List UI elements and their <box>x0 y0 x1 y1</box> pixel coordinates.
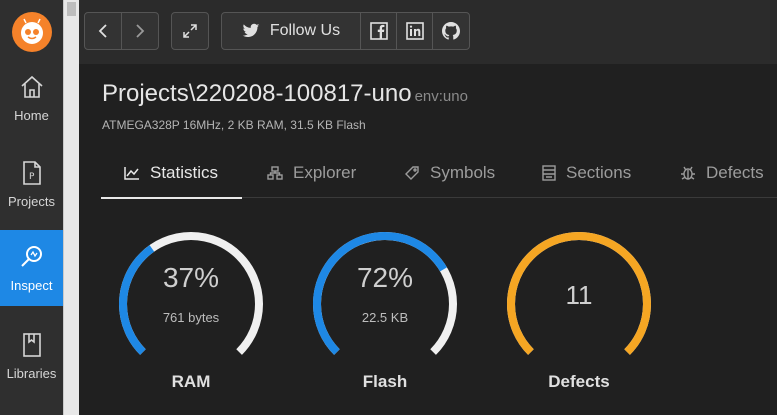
sidebar: Home P Projects Inspect Libraries <box>0 0 63 415</box>
back-button[interactable] <box>84 12 122 50</box>
flash-detail: 22.5 KB <box>361 310 409 325</box>
follow-us-label: Follow Us <box>269 22 341 39</box>
gauge-fill <box>312 232 447 355</box>
expand-icon <box>183 24 197 38</box>
twitter-icon <box>242 23 260 37</box>
follow-us-button[interactable]: Follow Us <box>221 12 361 50</box>
flash-percent: 72% <box>356 262 414 293</box>
ram-gauge-arc <box>119 232 263 355</box>
toolbar: Follow Us <box>79 0 777 64</box>
sidebar-item-label: Inspect <box>10 277 53 293</box>
ram-label: RAM <box>171 372 211 391</box>
file-icon: P <box>22 160 41 185</box>
env-badge: env:uno <box>414 88 468 105</box>
bug-icon <box>681 166 695 180</box>
ram-percent: 37% <box>162 262 220 293</box>
flash-gauge-arc <box>312 232 457 355</box>
facebook-button[interactable] <box>360 12 397 50</box>
main-panel: Follow Us Projects\220208-100817-uno env:… <box>79 0 777 415</box>
line-chart-icon <box>124 167 139 180</box>
sidebar-item-label: Projects <box>8 193 55 209</box>
page-title: Projects\220208-100817-uno env:uno <box>102 80 468 108</box>
flash-label: Flash <box>362 372 408 391</box>
sidebar-item-label: Libraries <box>6 365 57 381</box>
book-icon <box>22 332 41 357</box>
home-icon <box>20 75 43 98</box>
sidebar-item-home[interactable]: Home <box>0 60 63 136</box>
sidebar-item-projects[interactable]: P Projects <box>0 146 63 222</box>
flash-gauge: 72% 22.5 KB Flash <box>305 224 465 391</box>
sidebar-scrollbar[interactable] <box>63 0 79 415</box>
inspect-icon <box>20 245 42 267</box>
tab-label: Symbols <box>430 163 496 182</box>
ram-gauge: 37% 761 bytes RAM <box>111 224 271 391</box>
svg-text:P: P <box>29 172 35 182</box>
expand-button[interactable] <box>171 12 209 50</box>
defects-gauge: 11 Defects <box>499 224 659 391</box>
tab-label: Defects <box>706 163 764 182</box>
tab-statistics[interactable]: Statistics <box>101 148 242 199</box>
tab-explorer[interactable]: Explorer <box>267 148 356 198</box>
ram-detail: 761 bytes <box>162 310 220 325</box>
chevron-right-icon <box>136 24 145 38</box>
tab-symbols[interactable]: Symbols <box>404 148 495 198</box>
inspect-content: Projects\220208-100817-uno env:uno ATMEGA… <box>79 64 777 415</box>
chevron-left-icon <box>98 24 107 38</box>
sitemap-icon <box>267 166 283 180</box>
sections-icon <box>542 165 556 181</box>
tab-bar: Statistics Explorer Symbols Sections Def… <box>101 148 777 199</box>
sidebar-item-label: Home <box>14 107 49 123</box>
tab-label: Explorer <box>293 163 357 182</box>
defects-label: Defects <box>548 372 610 391</box>
github-icon <box>442 22 460 40</box>
tab-sections[interactable]: Sections <box>542 148 631 198</box>
tab-label: Statistics <box>150 163 219 182</box>
device-summary: ATMEGA328P 16MHz, 2 KB RAM, 31.5 KB Flas… <box>102 118 366 132</box>
tag-icon <box>405 166 419 180</box>
project-path: Projects\220208-100817-uno <box>102 80 412 107</box>
sidebar-item-inspect[interactable]: Inspect <box>0 230 63 306</box>
scrollbar-thumb[interactable] <box>67 2 76 16</box>
forward-button[interactable] <box>121 12 159 50</box>
github-button[interactable] <box>432 12 470 50</box>
tab-defects[interactable]: Defects <box>680 148 764 198</box>
platformio-logo[interactable] <box>12 12 52 52</box>
linkedin-button[interactable] <box>396 12 433 50</box>
sidebar-item-libraries[interactable]: Libraries <box>0 318 63 394</box>
facebook-icon <box>369 22 388 40</box>
tab-label: Sections <box>566 163 632 182</box>
linkedin-icon <box>405 22 424 40</box>
defects-count: 11 <box>565 280 593 310</box>
